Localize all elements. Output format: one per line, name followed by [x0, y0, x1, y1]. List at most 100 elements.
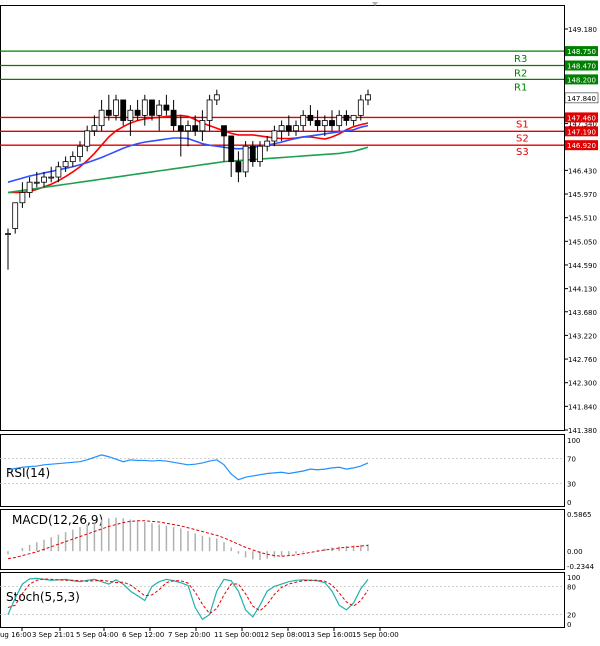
candle-body — [314, 120, 321, 127]
candle-body — [33, 181, 40, 184]
time-tick-label: 5 Sep 04:00 — [76, 631, 118, 639]
stoch-tick-label: 0 — [567, 621, 571, 629]
candle-body — [228, 135, 235, 163]
candle-body — [213, 94, 220, 101]
support-name-s2: S2 — [516, 133, 529, 144]
candle-body — [170, 109, 177, 127]
candle-body — [77, 145, 83, 157]
rsi-indicator-label: RSI(14) — [6, 466, 50, 480]
price-tick-label: 142.300 — [568, 380, 597, 388]
resistance-name-r2: R2 — [514, 69, 527, 80]
candle-body — [199, 120, 206, 132]
price-tick-label: 145.510 — [568, 215, 597, 223]
candle-body — [55, 166, 62, 178]
time-tick-label: ug 16:00 — [0, 631, 31, 639]
price-tick-label: 143.680 — [568, 309, 597, 317]
candle-body — [41, 176, 47, 183]
time-tick-label: 13 Sep 16:00 — [306, 631, 353, 639]
resistance-price-label: 148.200 — [567, 76, 596, 84]
price-tick-label: 146.430 — [568, 167, 597, 175]
candle-body — [285, 125, 292, 132]
candle-body — [192, 125, 199, 132]
stoch-tick-label: 80 — [567, 583, 576, 591]
candle-body — [141, 99, 148, 116]
candle-body — [278, 125, 285, 132]
time-tick-label: 7 Sep 20:00 — [168, 631, 210, 639]
macd-tick-label: 0.5865 — [567, 511, 592, 519]
time-tick-label: 3 Sep 21:01 — [32, 631, 74, 639]
candle-body — [177, 125, 184, 132]
price-tick-label: 142.760 — [568, 356, 597, 364]
candle-body — [293, 125, 299, 132]
candle-body — [134, 109, 141, 116]
time-tick-label: 11 Sep 00:00 — [214, 631, 261, 639]
candle-body — [300, 114, 307, 127]
time-tick-label: 6 Sep 12:00 — [122, 631, 164, 639]
candle-body — [271, 130, 278, 142]
candle-body — [257, 145, 263, 163]
candle-body — [127, 109, 134, 121]
rsi-tick-label: 70 — [567, 456, 576, 464]
candle-body — [206, 99, 213, 121]
candle-body — [120, 99, 127, 121]
current-price-label: 147.840 — [567, 95, 596, 103]
candle-body — [163, 104, 170, 111]
candle-body — [365, 94, 371, 101]
resistance-price-label: 148.750 — [567, 48, 596, 56]
price-tick-label: 145.970 — [568, 191, 597, 199]
candle-body — [113, 99, 119, 116]
candle-body — [307, 114, 314, 121]
chart-background — [0, 0, 600, 642]
support-name-s1: S1 — [516, 119, 529, 130]
price-tick-label: 143.220 — [568, 332, 597, 340]
chart-window: RSI(14) MACD(12,26,9) Stoch(5,5,3) 149.1… — [0, 0, 600, 642]
chart-canvas: RSI(14) MACD(12,26,9) Stoch(5,5,3) 149.1… — [0, 0, 600, 642]
candle — [242, 141, 249, 178]
rsi-tick-label: 0 — [567, 499, 571, 507]
candle-body — [19, 192, 26, 204]
time-tick-label: 12 Sep 08:00 — [260, 631, 307, 639]
candle-body — [98, 109, 105, 127]
price-tick-label: 141.840 — [568, 403, 597, 411]
candle-body — [12, 202, 19, 229]
candle-body — [84, 130, 91, 147]
candle-body — [91, 125, 98, 132]
macd-indicator-label: MACD(12,26,9) — [12, 513, 103, 527]
candle-body — [343, 114, 350, 121]
candle-body — [26, 181, 33, 193]
candle-body — [242, 145, 249, 173]
candle-body — [264, 140, 271, 147]
time-tick-label: 15 Sep 00:00 — [352, 631, 399, 639]
price-tick-label: 145.050 — [568, 238, 597, 246]
candle-body — [69, 156, 76, 163]
macd-tick-label: -0.2344 — [567, 563, 595, 571]
stoch-tick-label: 100 — [567, 574, 580, 582]
resistance-price-label: 148.470 — [567, 63, 596, 71]
candle-body — [185, 125, 191, 132]
candle-body — [357, 99, 364, 116]
current-price-marker: 147.840 — [564, 92, 599, 104]
resistance-name-r1: R1 — [514, 82, 527, 93]
candle-body — [5, 233, 11, 236]
candle-body — [105, 109, 112, 116]
candle-body — [62, 161, 69, 168]
rsi-tick-label: 100 — [567, 437, 580, 445]
support-price-label: 146.920 — [567, 142, 596, 150]
stoch-tick-label: 20 — [567, 612, 576, 620]
candle-body — [329, 120, 335, 127]
candle-body — [156, 104, 163, 116]
candle-body — [149, 99, 155, 116]
candle-body — [221, 125, 227, 137]
candle-body — [336, 114, 343, 127]
macd-tick-label: 0.00 — [567, 548, 583, 556]
resistance-name-r3: R3 — [514, 54, 527, 65]
candle-body — [235, 161, 242, 173]
price-tick-label: 149.180 — [568, 26, 597, 34]
candle-body — [321, 120, 328, 127]
support-price-label: 147.190 — [567, 128, 596, 136]
rsi-tick-label: 30 — [567, 480, 576, 488]
price-tick-label: 141.380 — [568, 427, 597, 435]
support-name-s3: S3 — [516, 147, 529, 158]
candle-body — [48, 176, 55, 179]
price-tick-label: 144.130 — [568, 286, 597, 294]
